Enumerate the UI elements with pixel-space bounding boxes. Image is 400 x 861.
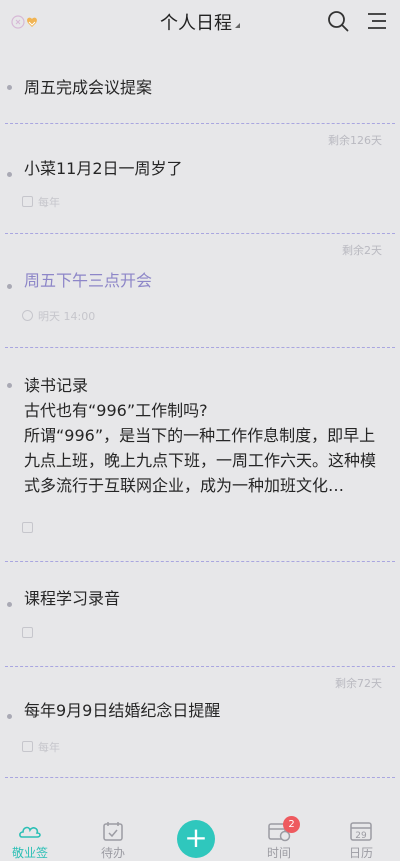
cloud-icon bbox=[19, 826, 41, 838]
menu-icon[interactable] bbox=[366, 10, 388, 32]
list-item[interactable]: 读书记录 古代也有“996”工作制吗? 所谓“996”，是当下的一种工作作息制度… bbox=[0, 376, 400, 576]
list-bullet bbox=[7, 85, 12, 90]
tab-label: 日历 bbox=[348, 846, 373, 860]
list-bullet bbox=[7, 284, 12, 289]
list-item[interactable]: 课程学习录音 剩余72天 bbox=[0, 586, 400, 706]
page-title-label: 个人日程 bbox=[160, 13, 232, 34]
remaining-days: 剩余72天 bbox=[335, 677, 382, 690]
item-divider bbox=[5, 347, 395, 348]
calendar-day: 29 bbox=[355, 831, 367, 841]
item-text: 小菜11月2日一周岁了 bbox=[24, 159, 183, 178]
clock-icon bbox=[22, 310, 33, 321]
item-subtitle: 古代也有“996”工作制吗? bbox=[24, 401, 208, 420]
list-bullet bbox=[7, 602, 12, 607]
item-text: 读书记录 古代也有“996”工作制吗? 所谓“996”，是当下的一种工作作息制度… bbox=[24, 373, 386, 498]
item-divider bbox=[5, 123, 395, 124]
item-text: 周五完成会议提案 bbox=[24, 78, 153, 97]
item-meta bbox=[22, 522, 38, 535]
search-icon[interactable] bbox=[327, 10, 349, 32]
remaining-days: 剩余2天 bbox=[342, 244, 382, 257]
item-meta: 明天 14:00 bbox=[22, 308, 95, 324]
item-meta bbox=[22, 627, 38, 640]
title-dropdown-icon bbox=[235, 23, 240, 28]
item-text: 周五下午三点开会 bbox=[24, 271, 153, 290]
calendar-check-icon bbox=[103, 822, 123, 841]
item-meta-label: 每年 bbox=[38, 196, 60, 209]
bottom-tab-bar: 敬业签 待办 + 2 时间 29 日历 bbox=[0, 808, 400, 861]
tab-label: 待办 bbox=[100, 846, 125, 860]
list-bullet bbox=[7, 172, 12, 177]
tab-time[interactable]: 2 时间 bbox=[249, 808, 309, 861]
tab-calendar[interactable]: 29 日历 bbox=[331, 808, 391, 861]
remaining-days: 剩余126天 bbox=[328, 134, 382, 147]
tab-label: 时间 bbox=[266, 846, 291, 860]
list-item[interactable]: 周五完成会议提案 剩余126天 bbox=[0, 56, 400, 168]
notification-badge: 2 bbox=[283, 816, 300, 833]
schedule-list: 周五完成会议提案 剩余126天 小菜11月2日一周岁了 每年 剩余2天 周五下午… bbox=[0, 56, 400, 778]
item-body: 所谓“996”，是当下的一种工作作息制度，即早上九点上班，晚上九点下班，一周工作… bbox=[24, 426, 377, 495]
list-bullet bbox=[7, 714, 12, 719]
repeat-icon bbox=[22, 196, 33, 207]
list-item[interactable]: 周五下午三点开会 明天 14:00 bbox=[0, 266, 400, 366]
item-text: 课程学习录音 bbox=[24, 589, 121, 608]
list-bullet bbox=[7, 383, 12, 388]
tab-label: 敬业签 bbox=[11, 846, 48, 860]
top-bar: 个人日程 bbox=[0, 0, 400, 48]
note-icon bbox=[22, 522, 33, 533]
list-item[interactable]: 每年9月9日结婚纪念日提醒 每年 bbox=[0, 698, 400, 808]
item-divider bbox=[5, 666, 395, 667]
item-divider bbox=[5, 233, 395, 234]
item-meta-label: 每年 bbox=[38, 741, 60, 754]
tab-jingyeqian[interactable]: 敬业签 bbox=[0, 808, 60, 861]
item-meta: 每年 bbox=[22, 194, 60, 210]
repeat-icon bbox=[22, 741, 33, 752]
add-button[interactable]: + bbox=[177, 820, 215, 858]
item-meta: 每年 bbox=[22, 739, 60, 755]
audio-icon bbox=[22, 627, 33, 638]
item-title: 读书记录 bbox=[24, 376, 89, 395]
item-meta-label: 明天 14:00 bbox=[38, 310, 96, 323]
item-divider bbox=[5, 777, 395, 778]
item-divider bbox=[5, 561, 395, 562]
list-item[interactable]: 小菜11月2日一周岁了 每年 剩余2天 bbox=[0, 154, 400, 266]
tab-todo[interactable]: 待办 bbox=[83, 808, 143, 861]
item-text: 每年9月9日结婚纪念日提醒 bbox=[24, 701, 221, 720]
calendar-29-icon: 29 bbox=[350, 822, 372, 841]
plus-icon: + bbox=[184, 821, 208, 854]
